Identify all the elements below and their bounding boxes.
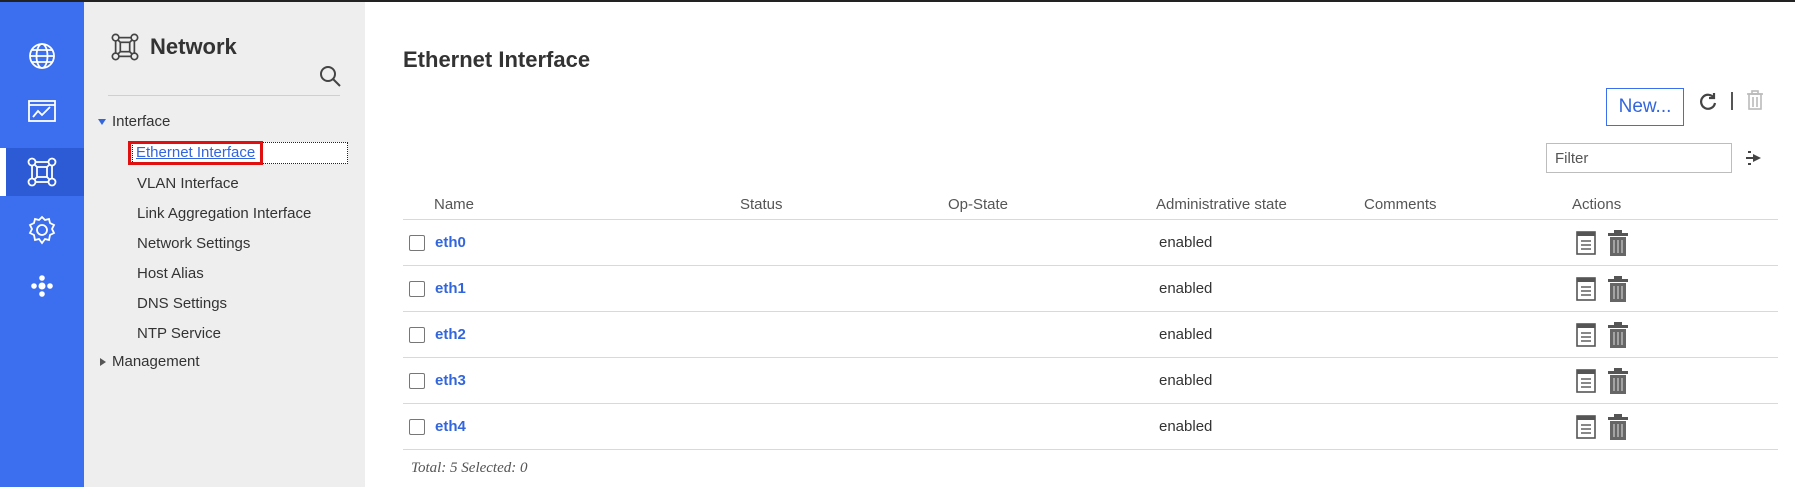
comments-cell xyxy=(1364,403,1572,450)
op-state-cell xyxy=(948,265,1156,312)
col-header-actions: Actions xyxy=(1572,189,1778,220)
tree-item-vlan-interface[interactable]: VLAN Interface xyxy=(137,175,239,192)
tree-item-dns-settings[interactable]: DNS Settings xyxy=(137,295,227,312)
rail-item-globe[interactable] xyxy=(0,32,84,80)
tree-group-label: Interface xyxy=(112,113,171,130)
tree-item-ntp-service[interactable]: NTP Service xyxy=(137,325,221,342)
gear-icon xyxy=(28,215,56,245)
op-state-cell xyxy=(948,357,1156,404)
admin-state-cell: enabled xyxy=(1156,265,1364,312)
interface-name-link[interactable]: eth1 xyxy=(435,280,466,297)
table-row[interactable]: eth1 enabled xyxy=(403,265,1778,312)
table-header-row: Name Status Op-State Administrative stat… xyxy=(403,189,1778,220)
row-checkbox[interactable] xyxy=(409,419,425,436)
interface-name-link[interactable]: eth0 xyxy=(435,234,466,251)
trash-icon[interactable] xyxy=(1607,229,1629,257)
trash-icon[interactable] xyxy=(1607,321,1629,349)
nav-title: Network xyxy=(110,32,237,62)
rail-item-network[interactable] xyxy=(0,148,84,196)
tree-group-management[interactable]: Management xyxy=(98,353,200,370)
rail-item-cluster[interactable] xyxy=(0,262,84,310)
caret-right-icon xyxy=(100,357,106,366)
col-header-admin-state[interactable]: Administrative state xyxy=(1156,189,1364,220)
admin-state-cell: enabled xyxy=(1156,219,1364,266)
row-checkbox[interactable] xyxy=(409,235,425,252)
actions-cell xyxy=(1572,219,1778,266)
interface-name-link[interactable]: eth2 xyxy=(435,326,466,343)
op-state-cell xyxy=(948,219,1156,266)
network-icon xyxy=(111,33,139,61)
refresh-icon[interactable] xyxy=(1697,90,1719,112)
page-title: Ethernet Interface xyxy=(403,47,591,72)
status-cell xyxy=(740,403,948,450)
rail-item-settings[interactable] xyxy=(0,206,84,254)
row-checkbox[interactable] xyxy=(409,373,425,390)
interface-name-link[interactable]: eth3 xyxy=(435,372,466,389)
comments-cell xyxy=(1364,311,1572,358)
cluster-icon xyxy=(31,275,53,297)
icon-rail xyxy=(0,2,84,487)
caret-down-icon xyxy=(98,118,106,125)
nav-title-label: Network xyxy=(150,34,237,59)
interfaces-table: Name Status Op-State Administrative stat… xyxy=(403,189,1778,450)
edit-icon[interactable] xyxy=(1575,322,1597,348)
trash-icon[interactable] xyxy=(1607,413,1629,441)
rail-item-monitor[interactable] xyxy=(0,88,84,136)
apply-filter-icon[interactable] xyxy=(1743,148,1765,168)
table-row[interactable]: eth2 enabled xyxy=(403,311,1778,358)
comments-cell xyxy=(1364,219,1572,266)
tree-group-interface[interactable]: Interface xyxy=(98,113,170,130)
col-header-op-state[interactable]: Op-State xyxy=(948,189,1156,220)
admin-state-cell: enabled xyxy=(1156,311,1364,358)
edit-icon[interactable] xyxy=(1575,230,1597,256)
op-state-cell xyxy=(948,403,1156,450)
actions-cell xyxy=(1572,357,1778,404)
tree-item-host-alias[interactable]: Host Alias xyxy=(137,265,204,282)
table-row[interactable]: eth0 enabled xyxy=(403,219,1778,266)
actions-cell xyxy=(1572,265,1778,312)
nav-divider xyxy=(108,95,340,96)
trash-icon[interactable] xyxy=(1607,367,1629,395)
filter-input[interactable] xyxy=(1546,143,1732,173)
row-checkbox[interactable] xyxy=(409,281,425,298)
status-cell xyxy=(740,219,948,266)
table-footer: Total: 5 Selected: 0 xyxy=(411,460,528,476)
edit-icon[interactable] xyxy=(1575,276,1597,302)
col-header-comments[interactable]: Comments xyxy=(1364,189,1572,220)
admin-state-cell: enabled xyxy=(1156,357,1364,404)
new-button[interactable]: New... xyxy=(1606,88,1684,126)
row-checkbox[interactable] xyxy=(409,327,425,344)
op-state-cell xyxy=(948,311,1156,358)
comments-cell xyxy=(1364,265,1572,312)
network-icon xyxy=(27,157,57,187)
actions-cell xyxy=(1572,403,1778,450)
toolbar-separator xyxy=(1731,92,1733,110)
table-row[interactable]: eth3 enabled xyxy=(403,357,1778,404)
col-header-status[interactable]: Status xyxy=(740,189,948,220)
tree-group-label: Management xyxy=(112,353,200,370)
actions-cell xyxy=(1572,311,1778,358)
tree-item-link-aggregation[interactable]: Link Aggregation Interface xyxy=(137,205,311,222)
chart-icon xyxy=(28,100,56,122)
status-cell xyxy=(740,265,948,312)
interface-name-link[interactable]: eth4 xyxy=(435,418,466,435)
comments-cell xyxy=(1364,357,1572,404)
status-cell xyxy=(740,311,948,358)
col-header-name[interactable]: Name xyxy=(403,189,740,220)
admin-state-cell: enabled xyxy=(1156,403,1364,450)
edit-icon[interactable] xyxy=(1575,414,1597,440)
edit-icon[interactable] xyxy=(1575,368,1597,394)
search-icon[interactable] xyxy=(318,64,344,90)
nav-panel: Network Interface Ethernet Interface VLA… xyxy=(84,2,365,487)
trash-icon[interactable] xyxy=(1607,275,1629,303)
status-cell xyxy=(740,357,948,404)
tree-item-ethernet-interface[interactable]: Ethernet Interface xyxy=(128,141,348,165)
table-row[interactable]: eth4 enabled xyxy=(403,403,1778,450)
globe-icon xyxy=(29,43,55,69)
tree-item-network-settings[interactable]: Network Settings xyxy=(137,235,250,252)
delete-icon[interactable] xyxy=(1745,89,1765,111)
